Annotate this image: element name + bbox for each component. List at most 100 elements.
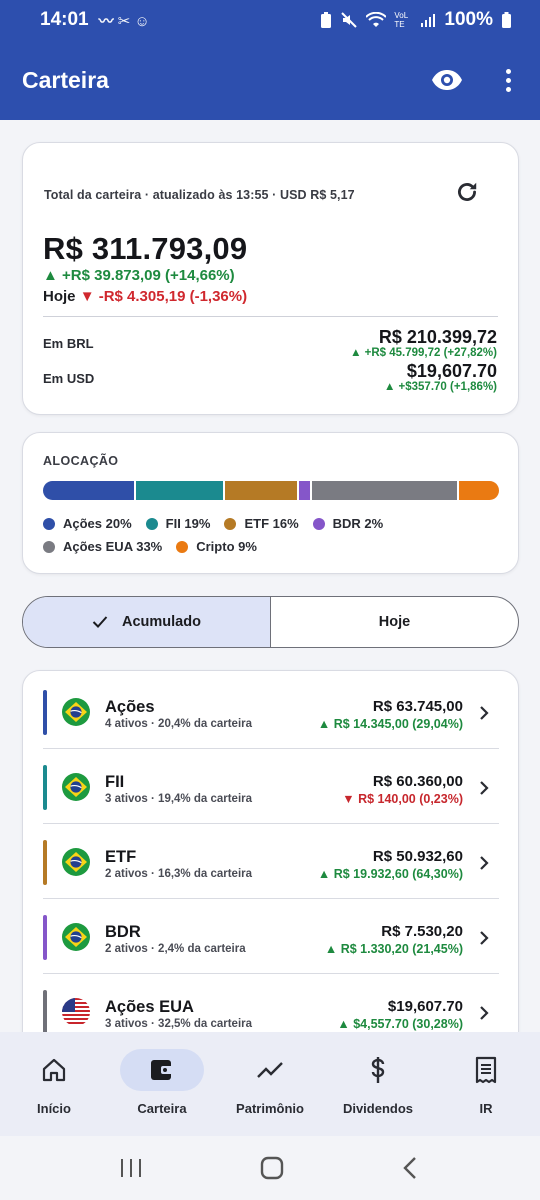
- status-time: 14:01: [40, 9, 89, 30]
- check-icon: [92, 616, 108, 628]
- asset-class-row[interactable]: ETF 2 ativos · 16,3% da carteira R$ 50.932…: [43, 824, 499, 899]
- usd-value: $19,607.70: [406, 361, 497, 381]
- signal-icon: [421, 14, 436, 27]
- asset-name: FII: [105, 773, 125, 791]
- nav-label: Dividendos: [342, 1101, 414, 1116]
- allocation-segment: [135, 481, 223, 500]
- today-change-value: ▼ -R$ 4.305,19 (-1,36%): [79, 288, 248, 305]
- asset-change: ▼ R$ 140,00 (0,23%): [342, 792, 463, 806]
- view-toggle: Acumulado Hoje: [22, 596, 519, 648]
- asset-accent-bar: [43, 690, 47, 735]
- legend-dot: [312, 517, 325, 530]
- asset-value: R$ 63.745,00: [372, 698, 463, 715]
- brazil-flag-icon: [62, 773, 90, 801]
- battery-level: 100%: [444, 9, 493, 30]
- asset-name: BDR: [105, 923, 141, 941]
- asset-name: ETF: [105, 848, 137, 866]
- total-value: R$ 311.793,09: [43, 231, 248, 266]
- recent-apps-icon[interactable]: [119, 1157, 143, 1179]
- legend-label: FII 19%: [165, 516, 211, 531]
- accumulated-tab[interactable]: Acumulado: [23, 597, 271, 647]
- eye-icon: [432, 70, 462, 90]
- trend-icon: [228, 1049, 312, 1091]
- asset-subtitle: 3 ativos · 19,4% da carteira: [105, 793, 253, 805]
- wifi-icon: [366, 12, 387, 27]
- allocation-segment: [43, 481, 134, 500]
- nav-label: Carteira: [137, 1101, 187, 1116]
- nav-label: Início: [37, 1101, 71, 1116]
- usd-label: Em USD: [43, 371, 95, 386]
- brl-label: Em BRL: [43, 336, 94, 351]
- page-title: Carteira: [22, 66, 109, 93]
- asset-value: R$ 7.530,20: [381, 923, 463, 940]
- notification-icons: 〰 ✂ ☺: [98, 12, 150, 30]
- status-bar: 14:01 〰 ✂ ☺ VoLTE 100%: [0, 0, 540, 40]
- refresh-icon[interactable]: [454, 179, 480, 205]
- legend-label: BDR 2%: [332, 516, 384, 531]
- asset-accent-bar: [43, 840, 47, 885]
- nav-item-incio[interactable]: Início: [0, 1032, 108, 1136]
- nav-label: Patrimônio: [236, 1101, 304, 1116]
- legend-dot: [145, 517, 158, 530]
- legend-item: Cripto 9%: [176, 539, 257, 554]
- legend-dot: [43, 517, 55, 530]
- home-icon: [12, 1049, 96, 1091]
- legend-label: Ações 20%: [63, 516, 132, 531]
- portfolio-total-card: Total da carteira · atualizado às 13:55 …: [22, 142, 519, 415]
- app-bar: Carteira: [0, 40, 540, 120]
- bottom-navigation: Início Carteira Patrimônio Dividendos IR: [0, 1032, 540, 1136]
- legend-dot: [224, 517, 237, 530]
- asset-value: $19,607.70: [387, 998, 463, 1015]
- asset-change: ▲ $4,557.70 (30,28%): [337, 1017, 463, 1031]
- allocation-segment: [299, 481, 310, 500]
- total-header: Total da carteira · atualizado às 13:55 …: [44, 188, 355, 202]
- today-label: Hoje: [43, 288, 76, 305]
- asset-accent-bar: [43, 990, 47, 1035]
- allocation-title: ALOCAÇÃO: [43, 454, 119, 468]
- legend-item: BDR 2%: [312, 516, 384, 531]
- asset-change: ▲ R$ 19.932,60 (64,30%): [317, 867, 463, 881]
- total-gain: ▲ +R$ 39.873,09 (+14,66%): [43, 267, 235, 284]
- allocation-segment: [224, 481, 298, 500]
- brazil-flag-icon: [62, 698, 90, 726]
- battery-icon: [502, 12, 511, 28]
- legend-label: ETF 16%: [244, 516, 299, 531]
- asset-accent-bar: [43, 765, 47, 810]
- asset-change: ▲ R$ 14.345,00 (29,04%): [317, 717, 463, 731]
- back-icon[interactable]: [401, 1156, 421, 1180]
- chevron-right-icon: [480, 706, 489, 720]
- network-type: VoLTE: [394, 11, 409, 29]
- allocation-card: ALOCAÇÃO Ações 20% FII 19% ETF 16% BDR 2% A…: [22, 432, 519, 574]
- brl-change: ▲ +R$ 45.799,72 (+27,82%): [350, 347, 497, 359]
- asset-subtitle: 4 ativos · 20,4% da carteira: [105, 718, 253, 730]
- brl-value: R$ 210.399,72: [378, 327, 497, 347]
- brazil-flag-icon: [62, 923, 90, 951]
- asset-value: R$ 60.360,00: [372, 773, 463, 790]
- nav-item-dividendos[interactable]: Dividendos: [324, 1032, 432, 1136]
- today-tab-label: Hoje: [378, 614, 411, 630]
- allocation-legend: Ações EUA 33% Cripto 9%: [43, 539, 257, 554]
- home-button-icon[interactable]: [260, 1156, 284, 1180]
- nav-item-carteira[interactable]: Carteira: [108, 1032, 216, 1136]
- legend-label: Ações EUA 33%: [63, 539, 163, 554]
- nav-item-patrimnio[interactable]: Patrimônio: [216, 1032, 324, 1136]
- divider: [43, 316, 498, 317]
- allocation-legend: Ações 20% FII 19% ETF 16% BDR 2%: [43, 516, 383, 531]
- allocation-segment: [458, 481, 499, 500]
- chevron-right-icon: [480, 1006, 489, 1020]
- nav-item-ir[interactable]: IR: [432, 1032, 540, 1136]
- today-change: Hoje ▼ -R$ 4.305,19 (-1,36%): [43, 288, 247, 305]
- brazil-flag-icon: [62, 848, 90, 876]
- asset-class-row[interactable]: FII 3 ativos · 19,4% da carteira R$ 60.360…: [43, 749, 499, 824]
- nav-label: IR: [479, 1101, 493, 1116]
- today-tab[interactable]: Hoje: [271, 597, 518, 647]
- visibility-toggle-button[interactable]: [430, 63, 464, 97]
- asset-class-row[interactable]: Ações 4 ativos · 20,4% da carteira R$ 63.7…: [43, 674, 499, 749]
- asset-subtitle: 3 ativos · 32,5% da carteira: [105, 1018, 253, 1030]
- more-options-button[interactable]: [498, 63, 518, 97]
- allocation-bar: [43, 481, 499, 500]
- chevron-right-icon: [480, 781, 489, 795]
- asset-class-row[interactable]: BDR 2 ativos · 2,4% da carteira R$ 7.530,2…: [43, 899, 499, 974]
- asset-class-list: Ações 4 ativos · 20,4% da carteira R$ 63.7…: [22, 670, 519, 1050]
- allocation-segment: [311, 481, 457, 500]
